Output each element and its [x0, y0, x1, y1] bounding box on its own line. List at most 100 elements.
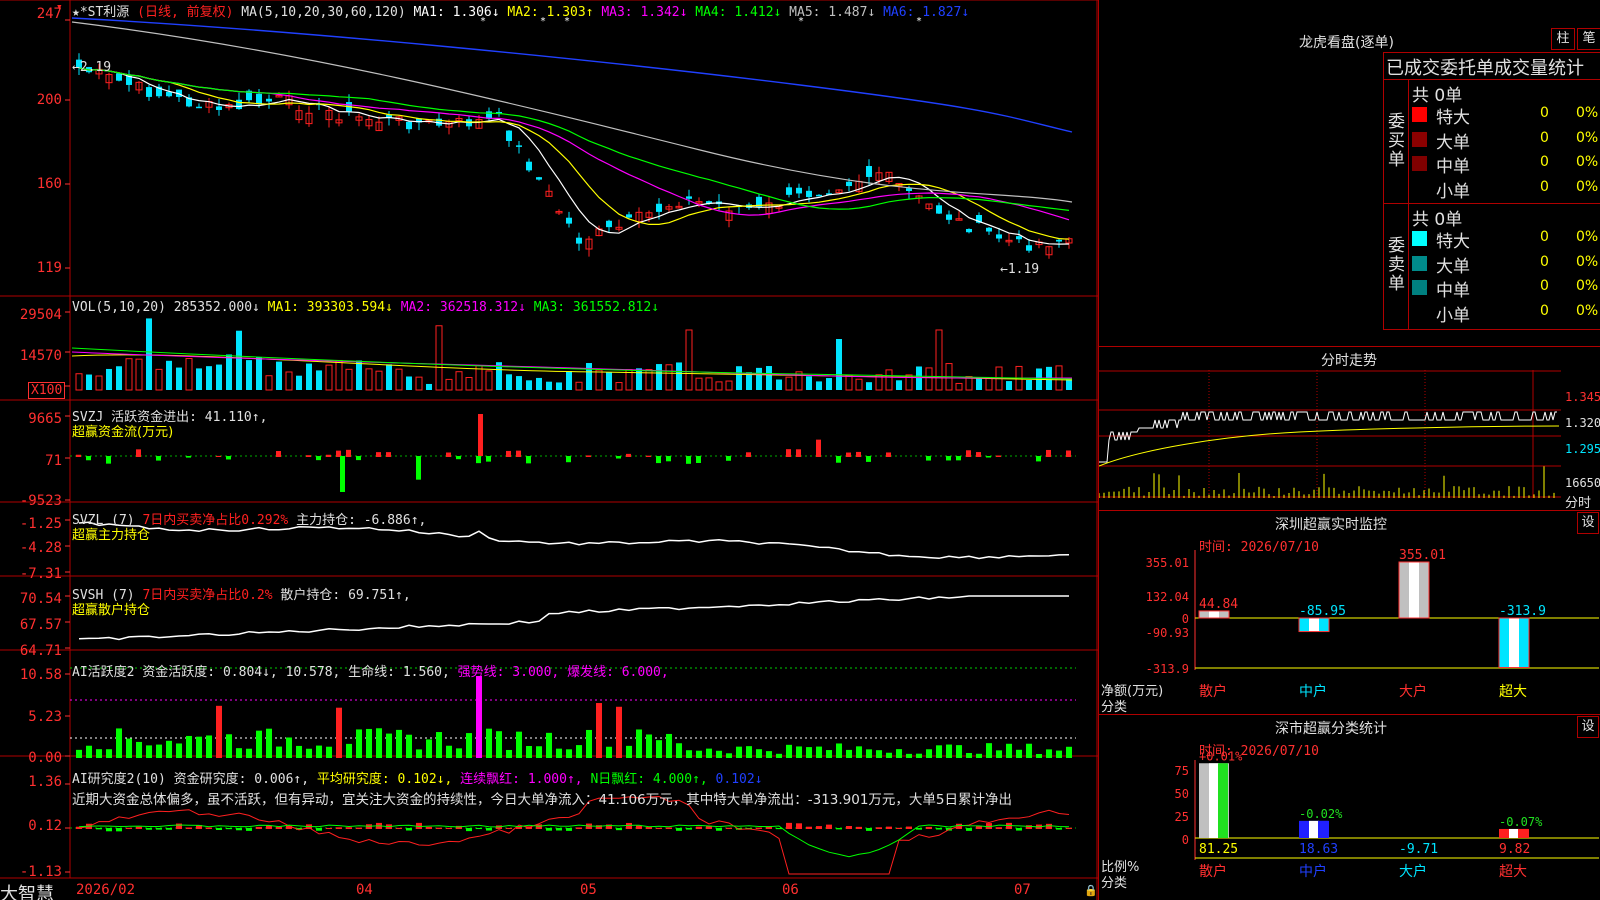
volume-bar-down [766, 366, 772, 390]
svzj-bar [326, 454, 331, 457]
svzj-bar [1066, 450, 1071, 457]
volume-bar-up [435, 325, 443, 391]
volume-bar-down [836, 338, 842, 390]
monitor-chart: 355.01 132.04 0-90.93 -313.9 44.84 散户 -85.95 中户… [1146, 548, 1599, 700]
ai-activity-bar [456, 748, 462, 758]
classify-category-label: 中户 [1299, 863, 1327, 880]
ai-activity-bar [1036, 753, 1042, 758]
x-axis-label: 05 [580, 882, 597, 898]
ai-activity-bar [116, 728, 122, 758]
stock-name[interactable]: ★*ST利源 [72, 5, 129, 20]
main-chart-area[interactable]: * * * * * ★*ST利源 (日线, 前复权) MA(5,10,20,30,60,… [0, 0, 1098, 900]
ai-activity-bar [886, 752, 892, 758]
classify-category-label: 超大 [1499, 864, 1527, 880]
svzj-bar [846, 452, 851, 457]
classify-y-tick: 50 [1175, 787, 1189, 801]
lock-icon[interactable]: 🔒 [1084, 884, 1098, 897]
sell-pct: 0% [1576, 253, 1599, 270]
svzl-y-tick: -4.28 [19, 540, 62, 556]
volume-bar-up [485, 370, 493, 391]
volume-bar-down [166, 360, 172, 390]
ai-activity-bar [826, 750, 832, 758]
buy-pct: 0% [1576, 105, 1599, 121]
ai-activity-bar [936, 745, 942, 758]
svzj-bar [1036, 456, 1041, 462]
ai-activity-bar [266, 728, 272, 758]
intraday-chart[interactable] [1099, 370, 1600, 510]
ai-activity-bar [876, 750, 882, 758]
volume-bar-up [335, 359, 343, 391]
ai-research-comment: 近期大资金总体偏多，虽不活跃，但有异动，宜关注大资金的持续性，今日大单净流入：4… [72, 792, 1013, 808]
classify-y-tick: 75 [1175, 764, 1189, 778]
ai-research-y-tick: 0.12 [28, 818, 62, 834]
candle-body-down [146, 87, 152, 97]
volume-bar-down [916, 366, 922, 390]
vol-header: VOL(5,10,20) 285352.000↓ MA1: 393303.594… [72, 300, 659, 315]
ai-activity-bar [906, 753, 912, 758]
svzj-bar [996, 455, 1001, 457]
candle-body-down [786, 187, 792, 195]
svzj-bar [156, 456, 161, 461]
candle-body-down [656, 203, 662, 212]
classify-bar-side [1318, 820, 1328, 838]
ai-activity-bar [656, 740, 662, 758]
ai-activity-bar [296, 745, 302, 758]
ai-activity-bar [206, 735, 212, 758]
sell-side-label: 委卖单 [1388, 236, 1405, 294]
ai-research-bar [406, 828, 412, 831]
ai-activity-bar [846, 749, 852, 758]
monitor-bar-highlight [1209, 610, 1219, 618]
ai-research-bar [616, 828, 622, 831]
sell-count: 0 [1540, 229, 1549, 245]
intraday-bottom-label[interactable]: 分时 [1565, 492, 1591, 511]
buy-label: 小单 [1436, 181, 1470, 202]
bar-view-button[interactable]: 柱 [1551, 28, 1575, 50]
ai-activity-title[interactable]: AI活跃度2 资金活跃度: 0.804↓, 10.578, 生命线: 1.560… [72, 665, 450, 680]
ai-research-bar [666, 827, 672, 829]
ai-research-bar [486, 828, 492, 831]
period-label[interactable]: (日线, 前复权) [137, 5, 233, 20]
volume-bar-down [586, 363, 592, 390]
svzj-bar [76, 454, 81, 457]
kline-chart-svg[interactable]: * * * * * [0, 0, 1098, 900]
classify-bar-side [1218, 763, 1228, 838]
tick-view-button[interactable]: 笔 [1577, 28, 1600, 50]
ai-activity-bar [866, 749, 872, 758]
svzj-bar [566, 456, 571, 463]
ai-research-title[interactable]: AI研究度2(10) 资金研究度: 0.006↑, [72, 772, 309, 787]
svzj-bar [106, 456, 111, 464]
svzj-bar [856, 451, 861, 457]
ma6-value: MA6: 1.827↓ [883, 5, 970, 20]
ai-activity-bar [326, 746, 332, 758]
candle-body-down [936, 205, 942, 214]
longhu-title: 龙虎看盘(逐单) [1299, 35, 1394, 51]
ai-activity-bar [756, 749, 762, 758]
main-y-tick: 160 [36, 176, 62, 192]
ai-activity-bar [556, 748, 562, 758]
vol-title[interactable]: VOL(5,10,20) [72, 300, 166, 315]
ai-research-bar [356, 827, 362, 829]
ai-activity-bar [1066, 746, 1072, 758]
ma2-line [78, 67, 1070, 240]
svzj-bar [316, 456, 321, 461]
ai-activity-bar [246, 748, 252, 758]
svzj-bar [646, 455, 651, 457]
ai-research-y-tick: 1.36 [28, 774, 62, 790]
high-price-label: ←2.19 [72, 60, 112, 75]
candle-body-down [1026, 245, 1032, 251]
candle-body-down [846, 181, 852, 187]
brand-logo[interactable]: 大智慧 [0, 880, 54, 900]
volume-bar-down [776, 379, 782, 390]
ai-activity-bar [956, 745, 962, 758]
ai-research-bar [246, 828, 252, 831]
ai-research-bar [796, 823, 802, 829]
svzj-bar [476, 456, 481, 464]
ai-activity-bar [576, 745, 582, 758]
sell-color-swatch [1412, 231, 1427, 246]
candle-body-down [576, 237, 582, 244]
volume-bar-up [885, 369, 893, 391]
volume-bar-up [415, 376, 423, 391]
candle-body-down [866, 166, 872, 177]
ai-activity-bar [506, 749, 512, 758]
ai-research-bar [786, 822, 792, 829]
